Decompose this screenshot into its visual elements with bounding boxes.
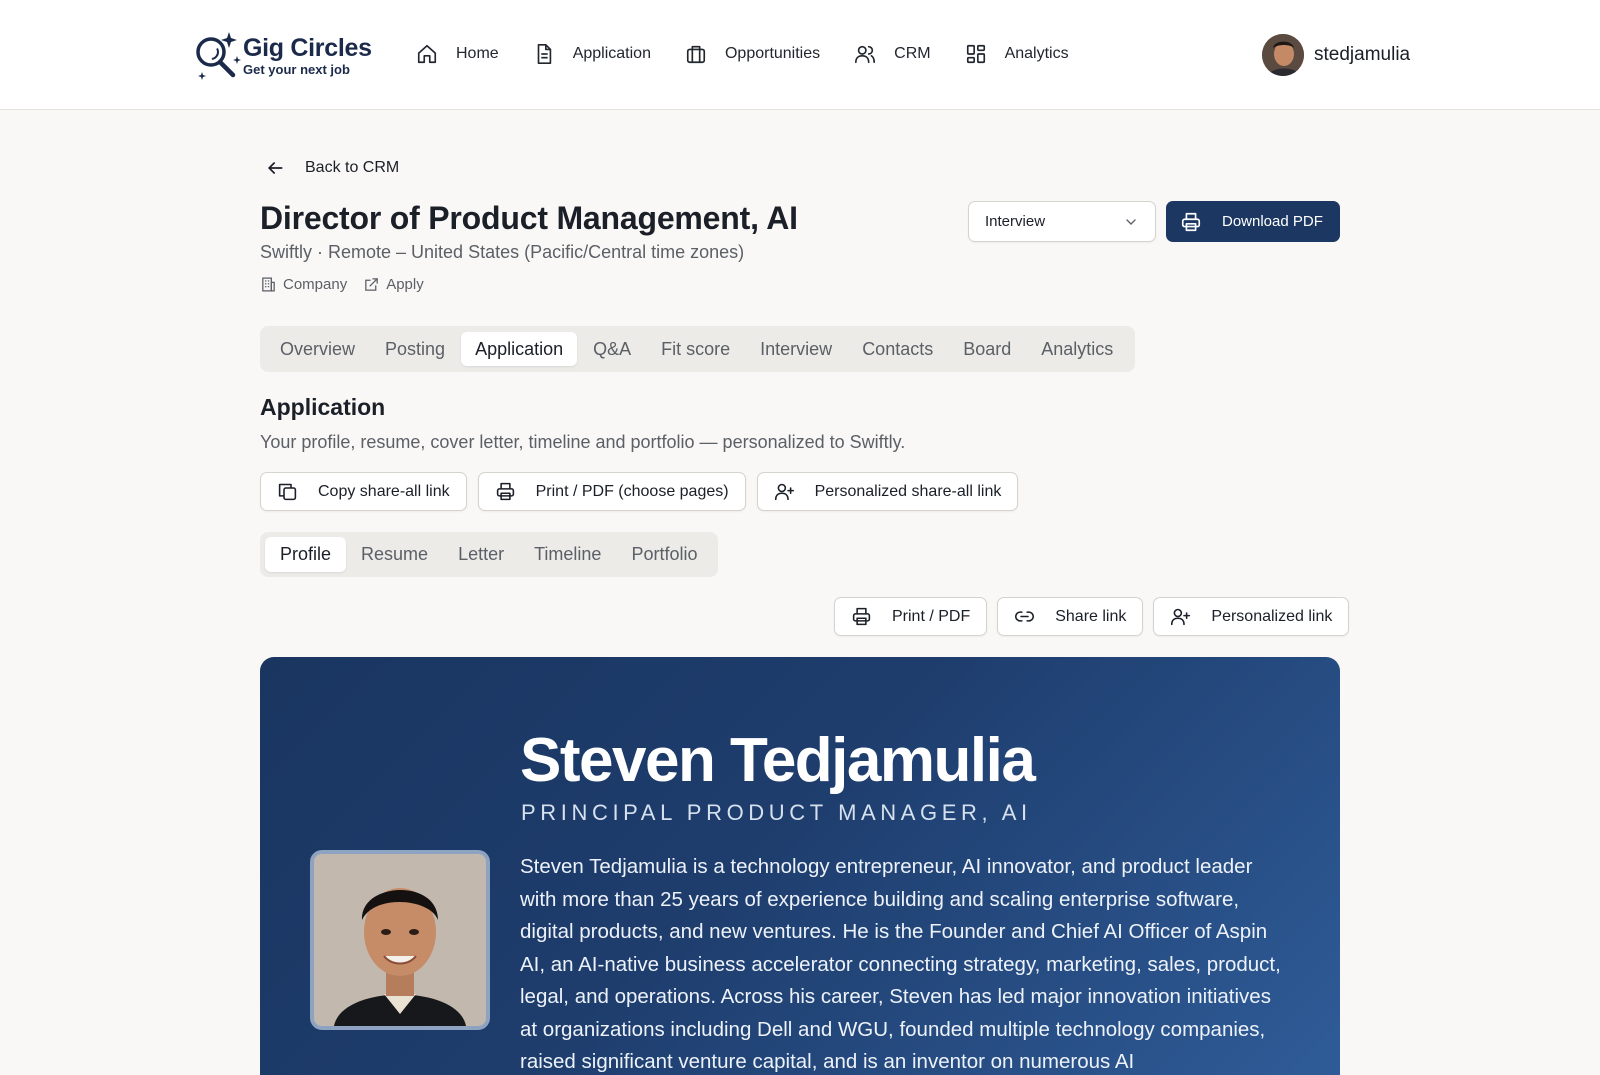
apply-link-label: Apply: [386, 276, 424, 293]
app-name: Gig Circles: [243, 33, 372, 62]
application-subtabs: Profile Resume Letter Timeline Portfolio: [260, 532, 718, 577]
tab-qa[interactable]: Q&A: [579, 332, 645, 366]
nav-label-application: Application: [572, 45, 651, 62]
app-tagline: Get your next job: [243, 61, 350, 77]
main-nav: Home Application Opportunities CRM Analy…: [416, 36, 1103, 72]
user-plus-icon: [774, 483, 794, 501]
avatar: [1262, 34, 1304, 76]
subtab-resume[interactable]: Resume: [346, 537, 443, 572]
arrow-left-icon: [268, 162, 283, 174]
profile-role: PRINCIPAL PRODUCT MANAGER, AI: [521, 800, 1032, 825]
nav-label-analytics: Analytics: [1004, 45, 1069, 62]
home-icon: [417, 44, 437, 64]
nav-label-home: Home: [456, 45, 499, 62]
back-to-crm-link[interactable]: Back to CRM: [265, 158, 399, 178]
tab-analytics[interactable]: Analytics: [1027, 332, 1127, 366]
tab-fit-score[interactable]: Fit score: [647, 332, 744, 366]
top-navbar: Gig Circles Get your next job Home Appli…: [0, 0, 1600, 110]
personalized-share-all-link-button[interactable]: Personalized share-all link: [756, 472, 1019, 511]
main-tabs: Overview Posting Application Q&A Fit sco…: [260, 326, 1136, 372]
briefcase-icon: [686, 45, 706, 64]
print-pdf-label: Print / PDF: [892, 607, 971, 625]
profile-photo: [310, 850, 490, 1030]
external-link-icon: [365, 278, 379, 291]
personalized-link-button[interactable]: Personalized link: [1153, 597, 1350, 636]
subtab-timeline[interactable]: Timeline: [519, 537, 616, 572]
print-choose-pages-button[interactable]: Print / PDF (choose pages): [477, 472, 746, 511]
tab-posting[interactable]: Posting: [371, 332, 459, 366]
printer-icon: [496, 482, 514, 501]
tab-application[interactable]: Application: [461, 332, 578, 366]
profile-name: Steven Tedjamulia: [520, 726, 1036, 795]
printer-icon: [852, 607, 871, 626]
personalized-link-label: Personalized link: [1211, 607, 1333, 625]
nav-item-crm[interactable]: CRM: [854, 36, 931, 72]
tab-contacts[interactable]: Contacts: [848, 332, 947, 366]
status-value: Interview: [985, 213, 1046, 230]
subtab-profile[interactable]: Profile: [265, 537, 347, 572]
status-select[interactable]: Interview: [968, 201, 1156, 242]
subtab-letter[interactable]: Letter: [443, 537, 519, 572]
chevron-down-icon: [1126, 218, 1136, 225]
copy-share-all-label: Copy share-all link: [318, 482, 450, 500]
company-link-label: Company: [283, 276, 348, 293]
nav-item-home[interactable]: Home: [416, 36, 499, 72]
section-title: Application: [260, 394, 386, 420]
tab-interview[interactable]: Interview: [746, 332, 846, 366]
page-subtitle: Swiftly · Remote – United States (Pacifi…: [260, 242, 745, 262]
username: stedjamulia: [1314, 44, 1411, 65]
share-all-actions: Copy share-all link Print / PDF (choose …: [260, 472, 1029, 511]
share-link-label: Share link: [1055, 607, 1127, 625]
nav-item-opportunities[interactable]: Opportunities: [685, 36, 820, 72]
personalized-share-all-label: Personalized share-all link: [814, 482, 1002, 500]
document-icon: [537, 44, 551, 64]
magnifier-sparkle-icon: [193, 30, 243, 82]
meta-links: Company Apply: [260, 276, 440, 293]
profile-card: Steven Tedjamulia PRINCIPAL PRODUCT MANA…: [260, 657, 1340, 1075]
share-link-button[interactable]: Share link: [997, 597, 1144, 636]
back-label: Back to CRM: [305, 159, 400, 176]
nav-item-analytics[interactable]: Analytics: [965, 36, 1069, 72]
nav-item-application[interactable]: Application: [533, 36, 651, 72]
copy-share-all-link-button[interactable]: Copy share-all link: [260, 472, 467, 511]
app-logo[interactable]: Gig Circles Get your next job: [193, 30, 372, 82]
subtab-portfolio[interactable]: Portfolio: [616, 537, 712, 572]
user-plus-icon: [1171, 608, 1191, 626]
company-link[interactable]: Company: [260, 276, 347, 293]
apply-link[interactable]: Apply: [363, 276, 424, 293]
grid-icon: [966, 44, 985, 64]
section-description: Your profile, resume, cover letter, time…: [260, 432, 906, 452]
print-pdf-button[interactable]: Print / PDF: [834, 597, 988, 636]
copy-icon: [278, 483, 297, 501]
print-choose-pages-label: Print / PDF (choose pages): [535, 482, 729, 500]
printer-icon: [1181, 212, 1201, 231]
profile-actions: Print / PDF Share link Personalized link: [834, 597, 1350, 636]
building-icon: [262, 277, 275, 292]
tab-board[interactable]: Board: [949, 332, 1025, 366]
profile-bio: Steven Tedjamulia is a technology entrep…: [520, 855, 1281, 1073]
tab-overview[interactable]: Overview: [266, 332, 369, 366]
user-menu[interactable]: stedjamulia: [1262, 34, 1410, 76]
nav-label-crm: CRM: [894, 45, 931, 62]
users-icon: [855, 45, 876, 64]
nav-label-opportunities: Opportunities: [724, 45, 821, 62]
link-icon: [1015, 611, 1035, 622]
download-pdf-button[interactable]: Download PDF: [1166, 201, 1340, 242]
page-title: Director of Product Management, AI: [260, 200, 798, 236]
download-pdf-label: Download PDF: [1222, 213, 1323, 230]
